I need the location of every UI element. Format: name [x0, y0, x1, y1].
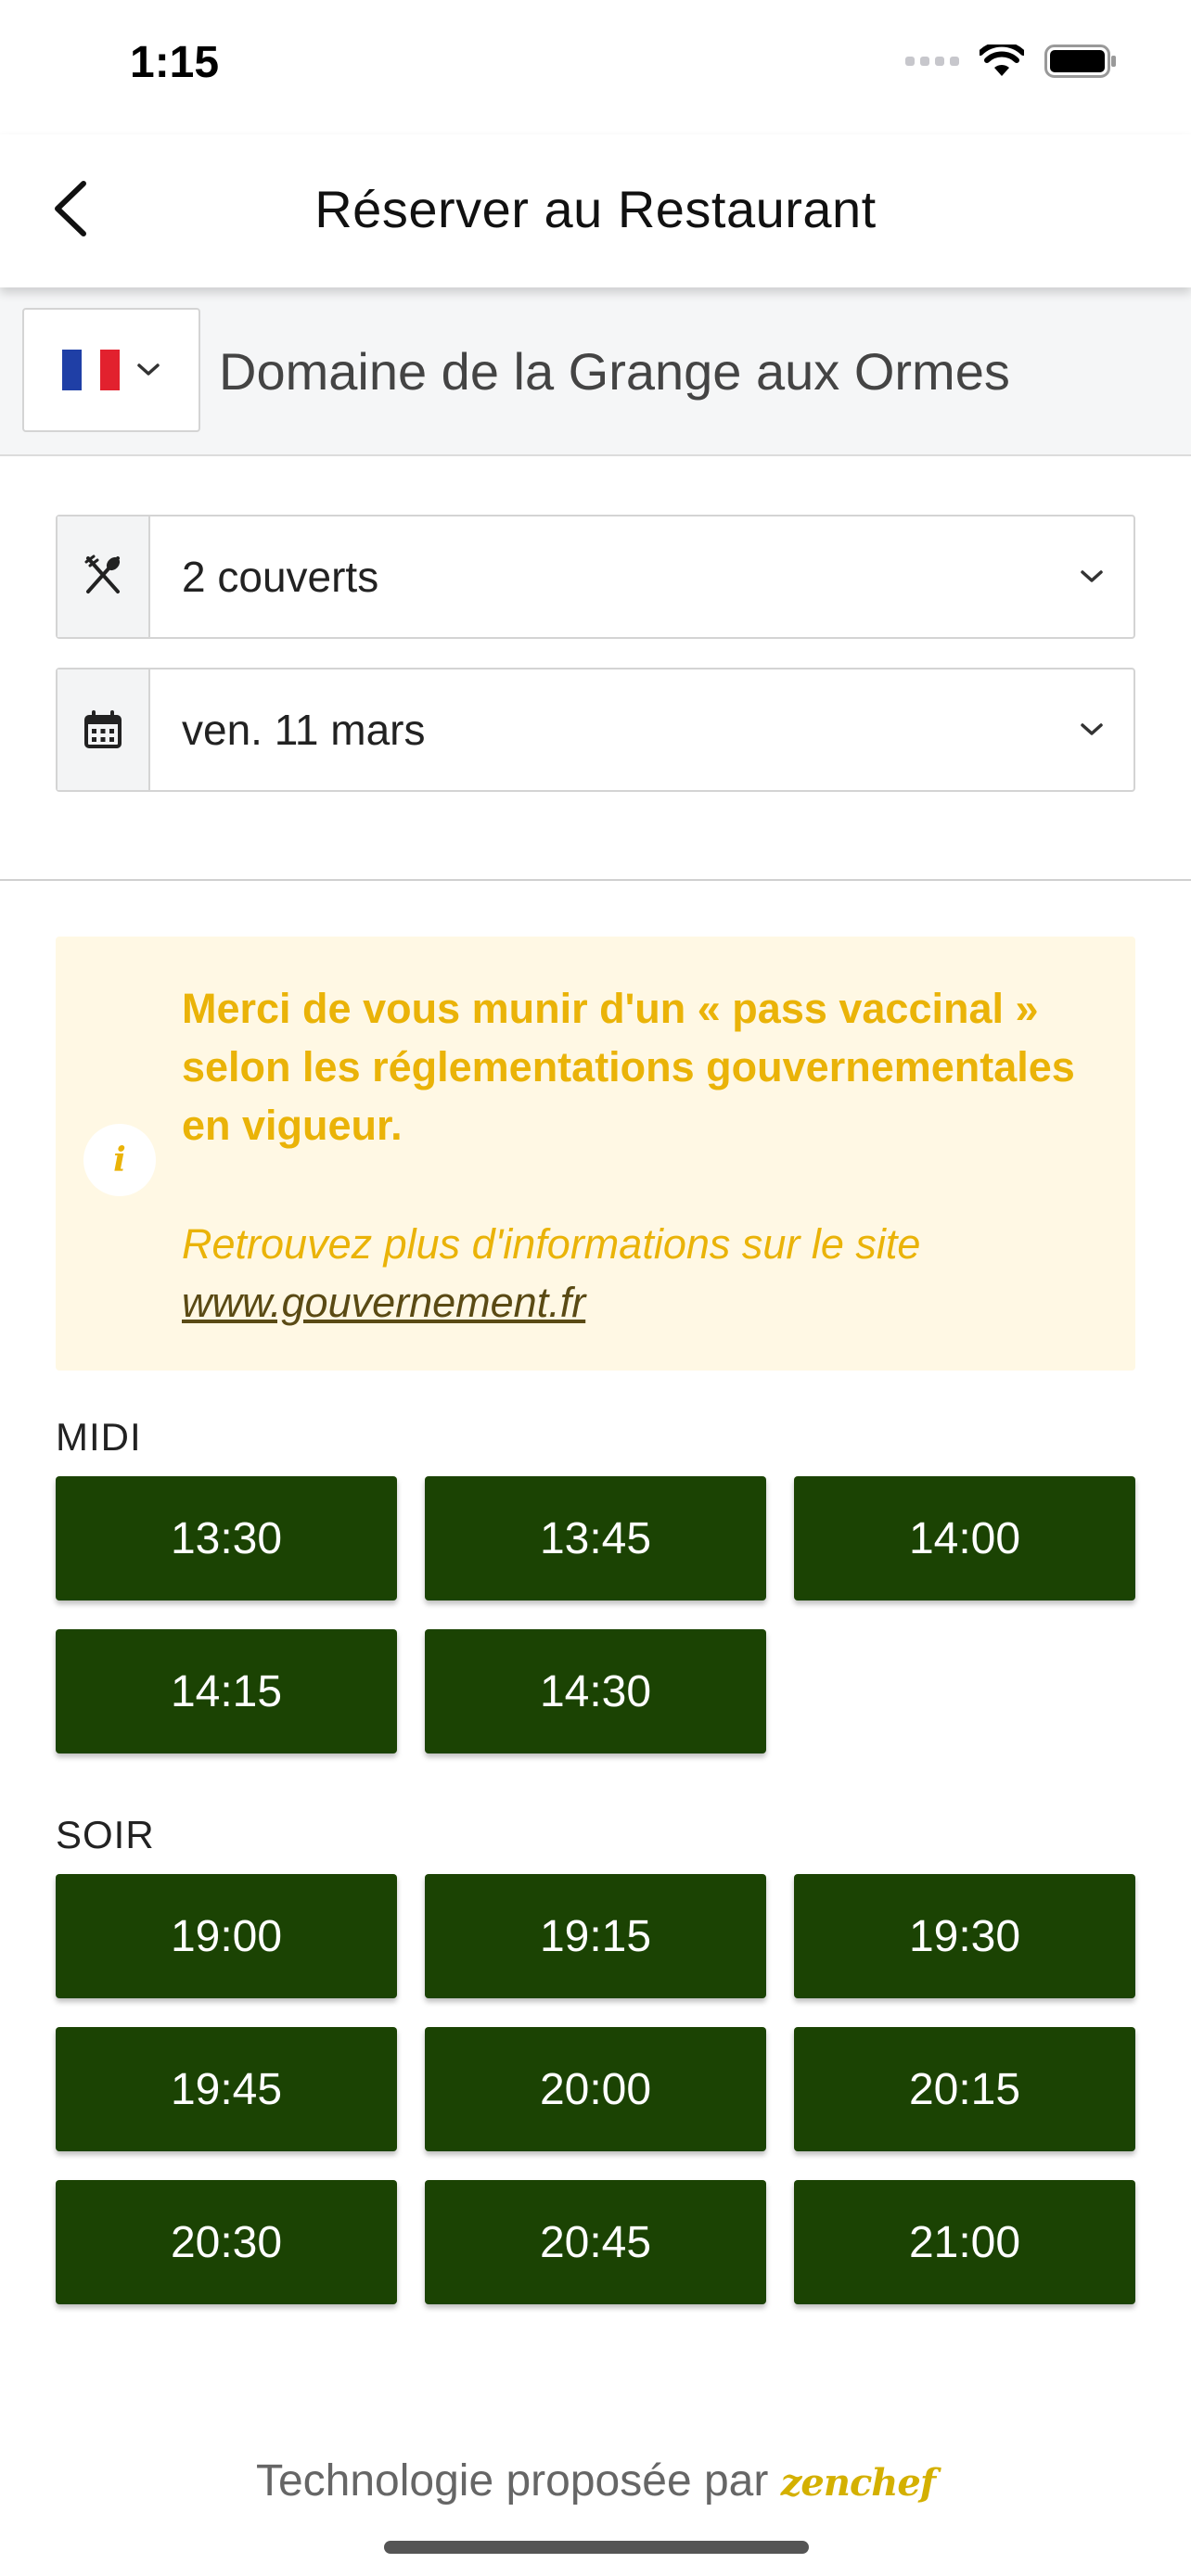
footer: Technologie proposée par zenchef: [0, 2455, 1191, 2506]
footer-text: Technologie proposée par: [255, 2456, 769, 2506]
info-icon: i: [83, 1124, 156, 1196]
time-slot-button[interactable]: 19:15: [425, 1874, 766, 1998]
section-label-midi: MIDI: [56, 1415, 142, 1459]
calendar-icon: [58, 670, 150, 790]
wifi-icon: [980, 45, 1024, 76]
utensils-icon: [58, 516, 150, 637]
time-slot-button[interactable]: 13:45: [425, 1476, 766, 1600]
chevron-down-icon: [137, 363, 160, 376]
status-icons: [905, 45, 1117, 78]
zenchef-logo[interactable]: zenchef: [781, 2461, 936, 2505]
time-slot-button[interactable]: 20:45: [425, 2180, 766, 2304]
restaurant-bar: Domaine de la Grange aux Ormes: [0, 287, 1191, 456]
government-link[interactable]: www.gouvernement.fr: [182, 1273, 1119, 1332]
page-title: Réserver au Restaurant: [314, 180, 877, 238]
status-bar: 1:15: [0, 0, 1191, 134]
time-slot-button[interactable]: 14:30: [425, 1629, 766, 1753]
time-slot-button[interactable]: 19:45: [56, 2027, 397, 2151]
signal-icon: [905, 57, 959, 66]
guests-select[interactable]: 2 couverts: [56, 515, 1135, 639]
guests-value: 2 couverts: [182, 553, 379, 601]
time-slot-button[interactable]: 19:00: [56, 1874, 397, 1998]
date-select[interactable]: ven. 11 mars: [56, 668, 1135, 792]
section-label-soir: SOIR: [56, 1813, 155, 1856]
time-slot-button[interactable]: 14:00: [794, 1476, 1135, 1600]
vaccine-pass-notice: i Merci de vous munir d'un « pass vaccin…: [56, 937, 1135, 1371]
notice-sub-text: Retrouvez plus d'informations sur le sit…: [182, 1215, 1119, 1332]
time-slot-button[interactable]: 13:30: [56, 1476, 397, 1600]
time-slot-button[interactable]: 19:30: [794, 1874, 1135, 1998]
home-indicator[interactable]: [384, 2541, 809, 2554]
france-flag-icon: [62, 350, 121, 390]
chevron-down-icon: [1050, 670, 1133, 790]
restaurant-name: Domaine de la Grange aux Ormes: [219, 342, 1010, 401]
notice-sub-label: Retrouvez plus d'informations sur le sit…: [182, 1220, 921, 1268]
notice-main-text: Merci de vous munir d'un « pass vaccinal…: [182, 985, 1075, 1149]
date-value: ven. 11 mars: [182, 706, 426, 754]
time-slot-button[interactable]: 14:15: [56, 1629, 397, 1753]
time-slot-button[interactable]: 20:30: [56, 2180, 397, 2304]
battery-icon: [1044, 45, 1116, 78]
language-selector[interactable]: [22, 308, 200, 432]
time-slot-button[interactable]: 20:00: [425, 2027, 766, 2151]
chevron-down-icon: [1050, 516, 1133, 637]
status-time: 1:15: [130, 38, 220, 87]
time-slot-button[interactable]: 20:15: [794, 2027, 1135, 2151]
divider: [0, 879, 1191, 881]
app-header: Réserver au Restaurant: [0, 134, 1191, 287]
time-slot-button[interactable]: 21:00: [794, 2180, 1135, 2304]
